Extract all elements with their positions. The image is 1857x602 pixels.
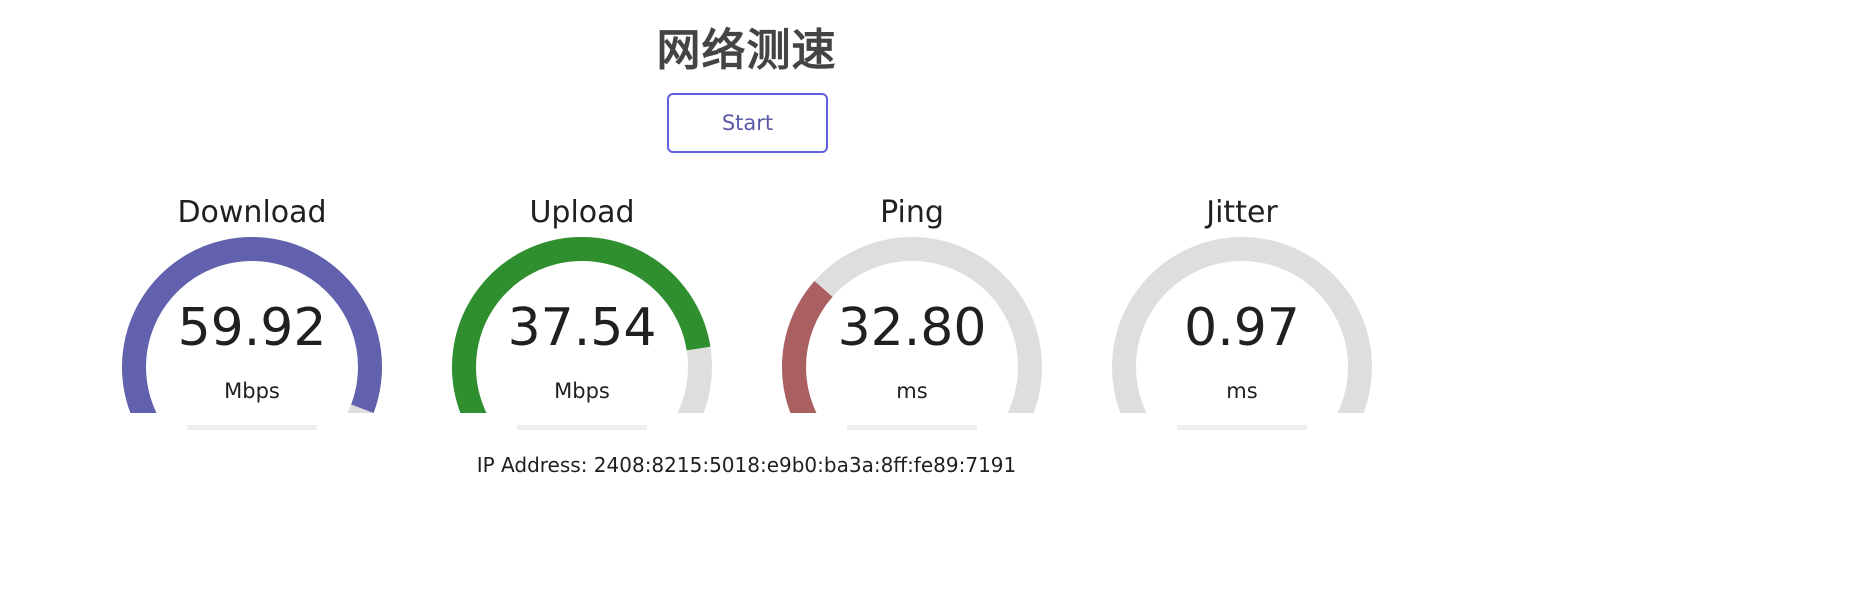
gauge-unit-jitter: ms — [1226, 379, 1258, 403]
gauge-ping: Ping 32.80 ms — [772, 195, 1052, 445]
gauge-label-ping: Ping — [880, 195, 944, 230]
gauge-upload: Upload 37.54 Mbps — [442, 195, 722, 445]
gauge-progress-upload — [517, 425, 647, 430]
gauge-progress-jitter — [1177, 425, 1307, 430]
page-title: 网络测速 — [656, 25, 837, 76]
gauge-unit-download: Mbps — [224, 379, 280, 403]
gauge-jitter: Jitter 0.97 ms — [1102, 195, 1382, 445]
ip-address-value: 2408:8215:5018:e9b0:ba3a:8ff:fe89:7191 — [593, 453, 1017, 477]
gauge-label-upload: Upload — [529, 195, 635, 230]
gauge-value-download: 59.92 — [177, 298, 327, 358]
gauge-download: Download 59.92 Mbps — [112, 195, 392, 445]
gauge-label-jitter: Jitter — [1206, 195, 1278, 230]
gauge-progress-ping — [847, 425, 977, 430]
gauge-value-ping: 32.80 — [837, 298, 987, 358]
gauge-label-download: Download — [177, 195, 327, 230]
gauge-value-jitter: 0.97 — [1184, 298, 1300, 358]
gauge-value-upload: 37.54 — [507, 298, 657, 358]
start-button[interactable]: Start — [667, 93, 828, 153]
ip-address-line: IP Address: 2408:8215:5018:e9b0:ba3a:8ff… — [0, 453, 1493, 477]
gauge-unit-upload: Mbps — [554, 379, 610, 403]
gauge-progress-download — [187, 425, 317, 430]
gauge-unit-ping: ms — [896, 379, 928, 403]
ip-address-label: IP Address: — [476, 453, 588, 477]
